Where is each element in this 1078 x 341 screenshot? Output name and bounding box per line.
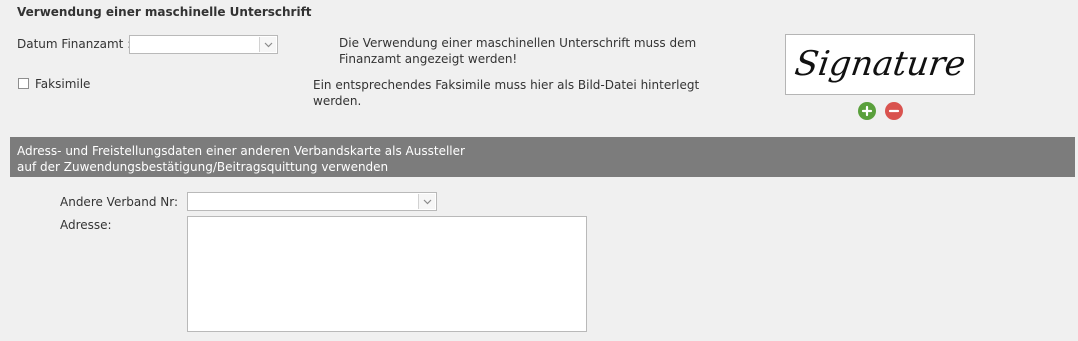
banner-line-1: Adress- und Freistellungsdaten einer and… (17, 144, 465, 158)
faksimile-hinweis-line-1: Ein entsprechendes Faksimile muss hier a… (313, 78, 700, 92)
banner-line-2: auf der Zuwendungsbestätigung/Beitragsqu… (17, 160, 389, 174)
add-signature-button[interactable] (858, 102, 876, 120)
chevron-down-icon[interactable] (259, 37, 276, 52)
section-title: Verwendung einer maschinelle Unterschrif… (17, 5, 312, 19)
faksimile-checkbox[interactable] (18, 78, 29, 89)
datum-finanzamt-label: Datum Finanzamt : (17, 37, 132, 51)
minus-circle-icon (888, 109, 900, 113)
chevron-down-icon[interactable] (418, 194, 435, 209)
adresse-label: Adresse: (60, 218, 112, 232)
plus-circle-icon (861, 105, 873, 117)
maschinelle-unterschrift-hinweis: Die Verwendung einer maschinellen Unters… (339, 35, 696, 67)
adresse-textarea[interactable] (187, 216, 587, 332)
faksimile-hinweis: Ein entsprechendes Faksimile muss hier a… (313, 77, 699, 109)
hinweis-line-1: Die Verwendung einer maschinellen Unters… (339, 36, 697, 50)
signature-image[interactable]: Signature (785, 34, 975, 95)
hinweis-line-2: Finanzamt angezeigt werden! (339, 52, 518, 66)
aussteller-banner: Adress- und Freistellungsdaten einer and… (10, 137, 1075, 177)
andere-verband-label: Andere Verband Nr: (60, 195, 179, 209)
remove-signature-button[interactable] (885, 102, 903, 120)
datum-finanzamt-select[interactable] (129, 35, 278, 54)
andere-verband-select[interactable] (187, 192, 437, 211)
signature-graphic: Signature (792, 44, 968, 84)
faksimile-hinweis-line-2: werden. (313, 94, 362, 108)
signature-text: Signature (792, 44, 968, 84)
faksimile-label: Faksimile (35, 77, 91, 91)
